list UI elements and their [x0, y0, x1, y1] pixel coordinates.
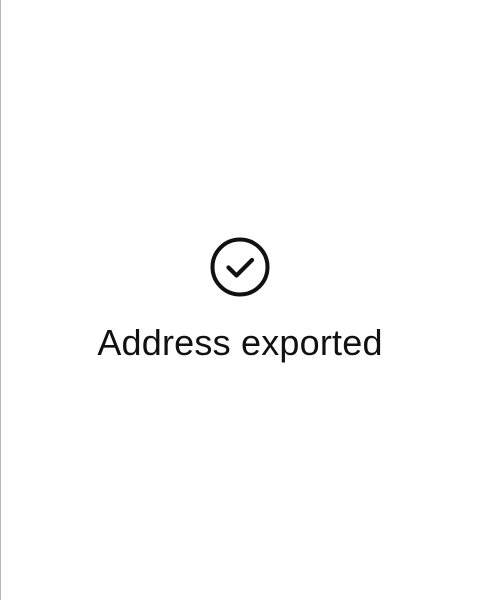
check-circle-icon — [210, 237, 270, 297]
confirmation-message: Address exported — [97, 322, 383, 363]
export-confirmation: Address exported — [0, 237, 480, 364]
